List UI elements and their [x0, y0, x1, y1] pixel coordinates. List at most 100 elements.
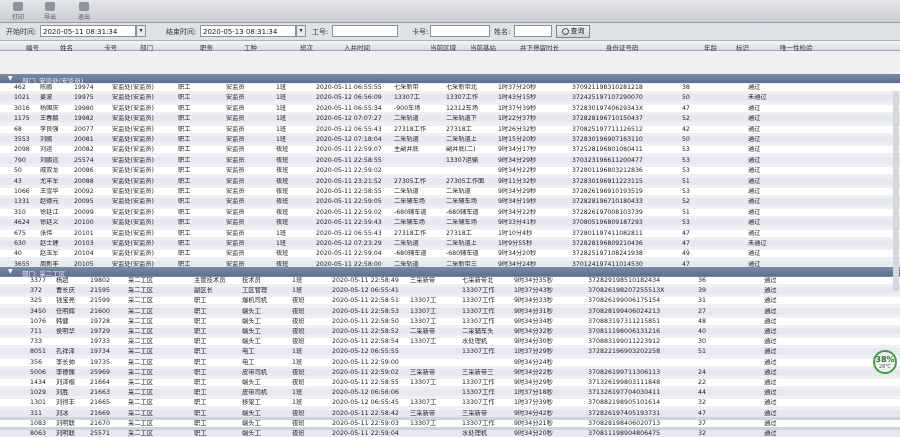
- cell-card: 20086: [74, 167, 94, 175]
- col-header[interactable]: 工种: [244, 42, 257, 52]
- cell-dept: 采二工区: [128, 317, 154, 325]
- cell-station: 三采新带三: [462, 368, 494, 376]
- cell-check: 通过: [764, 317, 777, 325]
- calendar-icon[interactable]: ▾: [136, 25, 146, 37]
- table-row[interactable]: 68 李良强 20077 安监处(安监员) 职工 安监员 1班 2020-05-12 06:5…: [0, 125, 900, 133]
- cell-job: 职工: [178, 240, 191, 247]
- start-time-input[interactable]: 2020-05-11 08:31:34: [40, 25, 136, 37]
- table-row[interactable]: 790 刘鹏远 25574 安监处(安监员) 职工 安监员 夜班 2020-05-11 22:…: [0, 156, 900, 164]
- col-header[interactable]: 当前区域: [430, 42, 456, 52]
- table-row[interactable]: 1076 韩健 19728 采二工区 职工 端头工 夜班 2020-05-11 22:58:5…: [0, 317, 900, 325]
- col-header[interactable]: 部门: [140, 42, 153, 52]
- cell-area: 13307工: [410, 317, 437, 325]
- table-row[interactable]: 356 李长帅 19735 采二工区 职工 电工 1班 2020-05-11 22:59:00…: [0, 358, 900, 366]
- cell-no: 1083: [30, 419, 47, 427]
- print-button[interactable]: 打印: [4, 2, 32, 21]
- collapse-icon[interactable]: ▼: [8, 269, 13, 275]
- table-row[interactable]: 372 曹长庆 21595 采二工区 副区长 工区管理 1班 2020-05-12 06:55…: [0, 287, 900, 295]
- cell-dept: 采二工区: [128, 409, 154, 417]
- end-time-input[interactable]: 2020-05-13 08:31:34: [200, 25, 296, 37]
- cell-dur: 1时10分4秒: [498, 229, 533, 237]
- col-header[interactable]: 年龄: [704, 42, 717, 52]
- table-row[interactable]: 5006 李德慷 25969 采二工区 职工 皮带司机 夜班 2020-05-11 22:59…: [0, 368, 900, 376]
- table-row[interactable]: 311 刘冰 21669 采二工区 职工 端头工 夜班 2020-05-11 22:58:42…: [0, 409, 900, 417]
- table-row[interactable]: 711 侯明华 19729 采二工区 职工 端头工 夜班 2020-05-11 22:58:5…: [0, 328, 900, 335]
- exit-icon: [79, 2, 89, 11]
- filter-bar: 开始时间: 2020-05-11 08:31:34 ▾ 结束时间: 2020-0…: [0, 23, 900, 41]
- table-row[interactable]: 3377 杨超 19802 采二工区 主管技术员 技术员 1班 2020-05-11 22:5…: [0, 277, 900, 284]
- table-row[interactable]: 3553 刘鹏 20081 安监处(安监员) 职工 安监员 1班 2020-05-12 07:…: [0, 136, 900, 143]
- toolbar: 打印 导出 退出: [0, 0, 900, 23]
- cell-no: 43: [14, 177, 22, 185]
- table-row[interactable]: 310 徐廷江 20099 安监处(安监员) 职工 安监员 夜班 2020-05-11 22:…: [0, 208, 900, 216]
- col-header[interactable]: 唯一性检验: [780, 42, 813, 52]
- col-header[interactable]: 卡号: [104, 42, 117, 52]
- cell-no: 733: [30, 338, 43, 346]
- job-number-input[interactable]: [332, 25, 398, 37]
- exit-button[interactable]: 退出: [70, 2, 98, 21]
- group-header[interactable]: ▼ 部门: 安监处(安监员): [0, 74, 900, 85]
- cell-dept: 安监处(安监员): [112, 84, 154, 91]
- col-header[interactable]: 井下停留时长: [520, 42, 559, 52]
- table-row[interactable]: 4624 徐廷义 20100 安监处(安监员) 职工 安监员 夜班 2020-05-11 22…: [0, 219, 900, 227]
- group-header[interactable]: ▼ 部门: 采二工区: [0, 267, 900, 278]
- cell-check: 通过: [764, 409, 777, 417]
- table-row[interactable]: 1301 刘得丰 21665 采二工区 职工 移架工 1班 2020-05-12 06:55:…: [0, 399, 900, 407]
- cell-type: 安监员: [226, 240, 245, 247]
- export-button[interactable]: 导出: [36, 2, 64, 21]
- cell-type: 安监员: [226, 94, 245, 102]
- table-row[interactable]: 1029 刘胜 21663 采二工区 职工 皮带司机 1班 2020-05-12 06:56:…: [0, 389, 900, 397]
- table-row[interactable]: 50 戚双龙 20086 安监处(安监员) 职工 安监员 夜班 2020-05-11 22:5…: [0, 167, 900, 175]
- cell-card: 20077: [74, 125, 94, 133]
- cell-dept: 采二工区: [128, 287, 154, 295]
- col-header[interactable]: 当前基站: [470, 42, 496, 52]
- table-row[interactable]: 1066 王雪华 20092 安监处(安监员) 职工 安监员 夜班 2020-05-11 22…: [0, 188, 900, 195]
- table-row[interactable]: 40 赵玉军 20104 安监处(安监员) 职工 安监员 夜班 2020-05-11 22:5…: [0, 250, 900, 258]
- table-row[interactable]: 1021 姜波 19975 安监处(安监员) 职工 安监员 1班 2020-05-12 06:…: [0, 94, 900, 102]
- cell-time: 2020-05-11 22:59:03: [332, 419, 399, 427]
- cell-card: 20104: [74, 250, 94, 258]
- scrollbar[interactable]: [893, 91, 899, 291]
- table-row[interactable]: 8051 孔祥泽 19734 采二工区 职工 电工 1班 2020-05-12 06:55:5…: [0, 348, 900, 356]
- name-label: 姓名:: [494, 28, 511, 36]
- table-row[interactable]: 462 陈鹏 19974 安监处(安监员) 职工 安监员 1班 2020-05-11 06:5…: [0, 84, 900, 91]
- calendar-icon[interactable]: ▾: [296, 25, 306, 37]
- table-row[interactable]: 1434 刘泽楷 21664 采二工区 职工 端头工 夜班 2020-05-11 22:58:…: [0, 379, 900, 386]
- table-row[interactable]: 675 张伟 20101 安监处(安监员) 职工 安监员 1班 2020-05-12 06:5…: [0, 229, 900, 237]
- table-row[interactable]: 3450 任明辉 21600 采二工区 职工 端头工 夜班 2020-05-11 22:58:…: [0, 307, 900, 315]
- cell-job: 职工: [194, 389, 207, 397]
- collapse-icon[interactable]: ▼: [8, 76, 13, 82]
- col-header[interactable]: 编号: [26, 42, 39, 52]
- cell-no: 711: [30, 328, 43, 335]
- card-number-input[interactable]: [430, 25, 490, 37]
- col-header[interactable]: 标识: [736, 42, 749, 52]
- cell-type: 安监员: [226, 136, 245, 143]
- table-row[interactable]: 733 19733 采二工区 职工 端头工 夜班 2020-05-11 22:58:54 13…: [0, 338, 900, 346]
- table-row[interactable]: 3016 杨国庆 19980 安监处(安监员) 职工 安监员 1班 2020-05-11 06…: [0, 104, 900, 112]
- cell-shift: 夜班: [276, 250, 289, 258]
- table-row[interactable]: 8063 刘明联 25571 采二工区 职工 端头工 夜班 2020-05-11 22:59:…: [0, 430, 900, 437]
- cell-area: 三采新带: [410, 368, 436, 376]
- cell-no: 1175: [14, 115, 30, 123]
- cell-no: 2098: [14, 146, 30, 154]
- name-input[interactable]: [514, 25, 552, 37]
- cell-area: 二采辅车场: [394, 219, 425, 227]
- cell-name: 尤丰军: [40, 177, 59, 185]
- query-button[interactable]: 查询: [556, 25, 590, 38]
- table-row[interactable]: 1083 刘明联 21670 采二工区 职工 端头工 夜班 2020-05-11 22:59:…: [0, 419, 900, 427]
- table-row[interactable]: 325 钱宝亮 21599 采二工区 职工 爆机司机 夜班 2020-05-11 22:58:…: [0, 297, 900, 305]
- col-header[interactable]: 班次: [300, 42, 313, 52]
- col-header[interactable]: 身份证号码: [606, 42, 639, 52]
- cell-age: 52: [682, 198, 690, 206]
- table-row[interactable]: 2098 刘运 20082 安监处(安监员) 职工 安监员 夜班 2020-05-11 22:…: [0, 146, 900, 154]
- col-header[interactable]: 职务: [200, 42, 213, 52]
- table-row[interactable]: 1331 赵德元 20095 安监处(安监员) 职工 安监员 夜班 2020-05-11 22…: [0, 198, 900, 206]
- table-row[interactable]: 43 尤丰军 20088 安监处(安监员) 职工 安监员 夜班 2020-05-11 23:2…: [0, 177, 900, 185]
- cell-age: 47: [682, 240, 690, 247]
- table-row[interactable]: 1175 王春鹏 19982 安监处(安监员) 职工 安监员 1班 2020-05-12 07…: [0, 115, 900, 123]
- table-row[interactable]: 630 赵士建 20103 安监处(安监员) 职工 安监员 1班 2020-05-12 07:…: [0, 240, 900, 247]
- cell-time: 2020-05-12 06:55:45: [332, 399, 399, 407]
- col-header[interactable]: 入井时间: [344, 42, 370, 52]
- col-header[interactable]: 姓名: [60, 42, 73, 52]
- cell-type: 安监员: [226, 250, 245, 258]
